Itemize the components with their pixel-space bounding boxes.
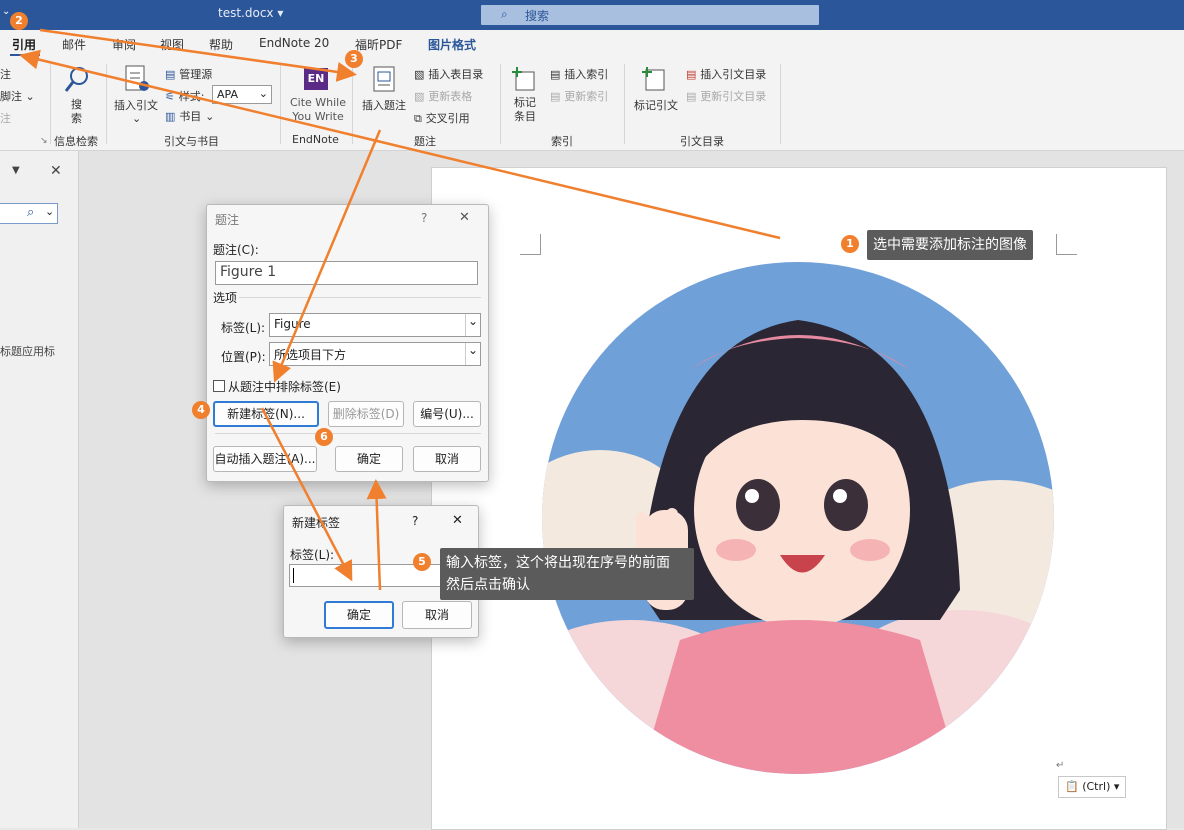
arrow-step2-to-caption bbox=[39, 28, 357, 82]
step1-text: 选中需要添加标注的图像 bbox=[873, 237, 1027, 253]
step-badge-4: 4 bbox=[192, 401, 210, 419]
step-badge-2: 2 bbox=[10, 12, 28, 30]
annotation-arrows bbox=[19, 28, 781, 591]
step5-tooltip: 输入标签，这个将出现在序号的前面 然后点击确认 bbox=[440, 548, 694, 600]
step-badge-6: 6 bbox=[315, 428, 333, 446]
arrow-step6-to-ok bbox=[366, 479, 387, 591]
step5-text-line1: 输入标签，这个将出现在序号的前面 bbox=[446, 555, 670, 571]
arrow-step3-to-newlabel bbox=[272, 129, 382, 383]
arrow-step4-to-input bbox=[260, 407, 353, 582]
arrow-step1-to-tab bbox=[19, 49, 781, 240]
step-badge-5: 5 bbox=[413, 553, 431, 571]
step1-tooltip: 选中需要添加标注的图像 bbox=[867, 230, 1033, 260]
step5-text-line2: 然后点击确认 bbox=[446, 577, 530, 593]
step-badge-3: 3 bbox=[345, 50, 363, 68]
step-badge-1: 1 bbox=[841, 235, 859, 253]
